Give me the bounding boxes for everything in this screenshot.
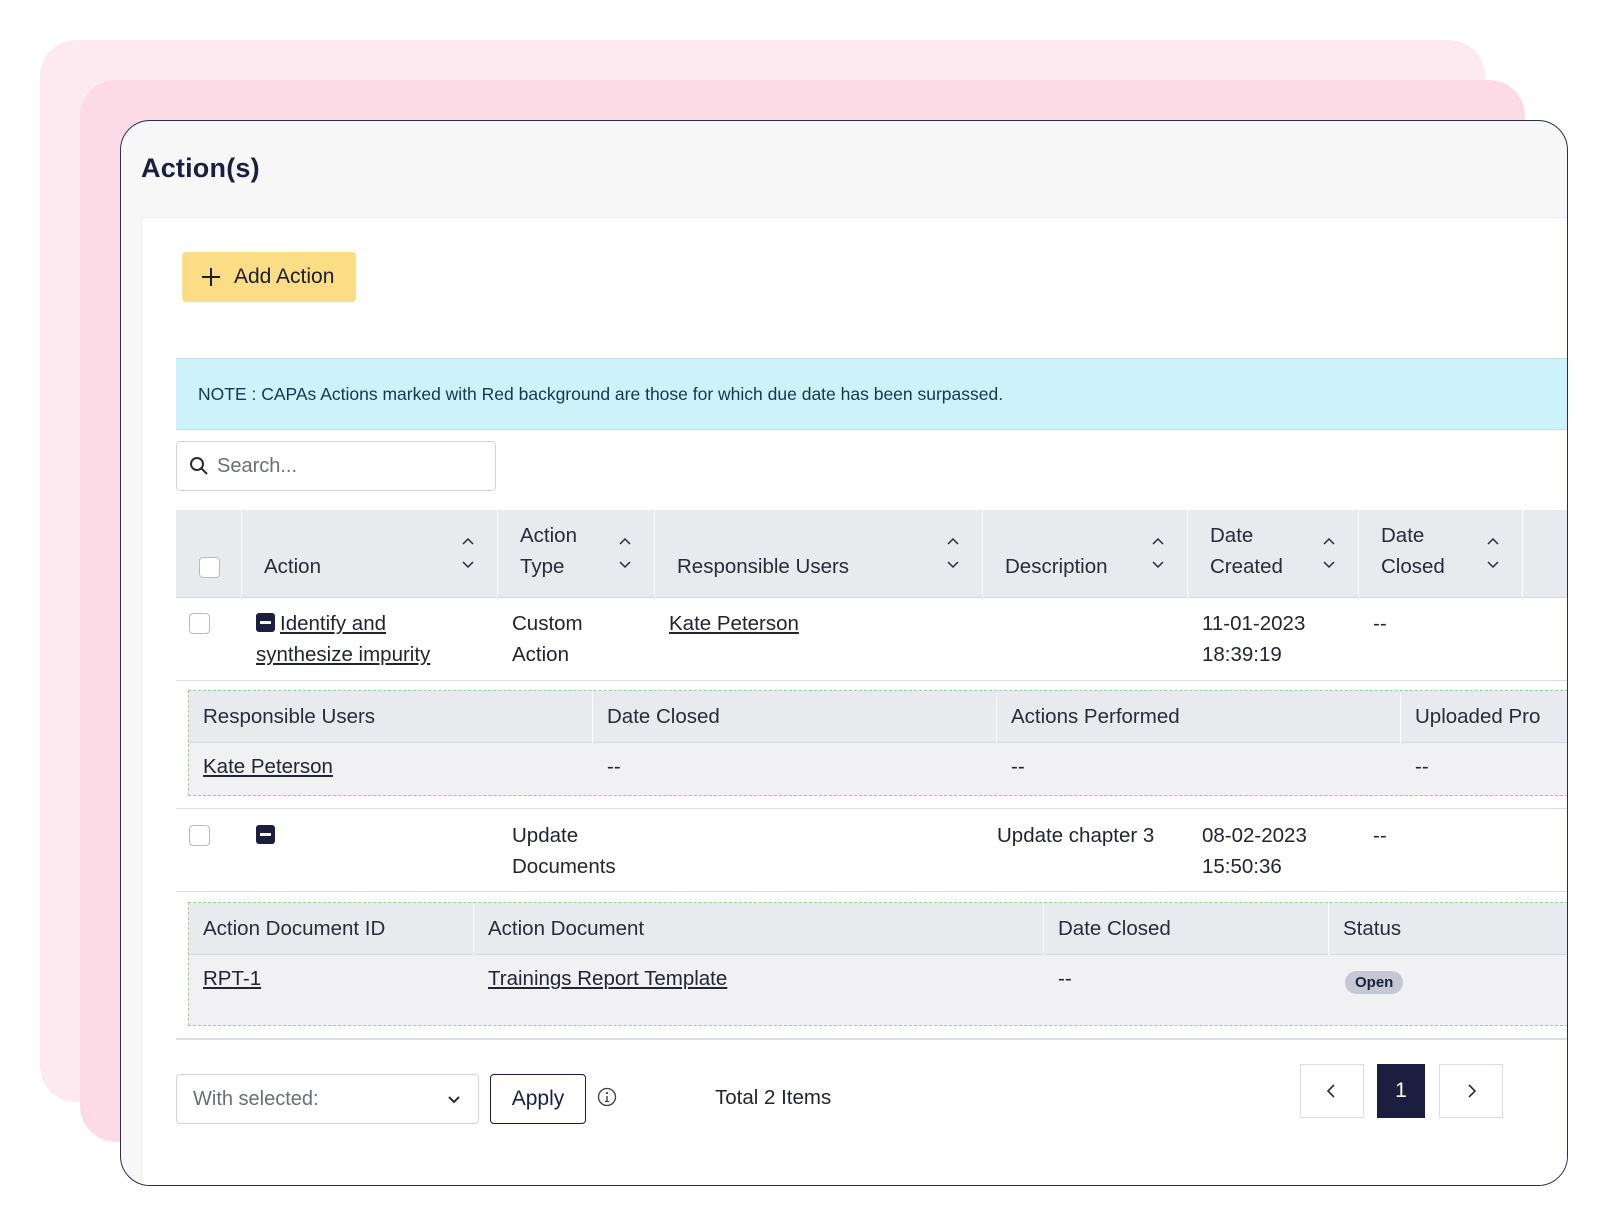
next-page-button[interactable] <box>1439 1064 1503 1118</box>
total-items-text: Total 2 Items <box>715 1086 832 1109</box>
action-cell: Identify and synthesize impurity <box>256 608 486 670</box>
overdue-note-text: NOTE : CAPAs Actions marked with Red bac… <box>198 383 1004 404</box>
column-header-action-type[interactable]: Action Type <box>498 510 655 598</box>
sub-column-date-closed: Date Closed <box>1044 903 1329 955</box>
date-closed-cell: -- <box>1373 824 1387 847</box>
info-icon[interactable] <box>597 1087 617 1107</box>
status-badge: Open <box>1345 971 1404 994</box>
action-type-cell: Custom Action <box>512 612 583 666</box>
sub-column-action-document: Action Document <box>474 903 1044 955</box>
column-header-responsible-users[interactable]: Responsible Users <box>655 510 983 598</box>
sub-column-status: Status <box>1343 917 1402 940</box>
row-checkbox[interactable] <box>189 825 210 846</box>
column-header-action-label: Action <box>264 555 321 578</box>
column-header-date-created-label: Date Created <box>1210 524 1283 578</box>
responsible-user-name[interactable]: Kate Peterson <box>669 612 799 635</box>
sort-arrows-icon[interactable] <box>618 532 632 572</box>
action-type-cell: Update Documents <box>512 824 616 878</box>
sub-column-responsible-users: Responsible Users <box>189 691 593 743</box>
action-link[interactable]: Identify and synthesize impurity <box>256 612 430 666</box>
chevron-left-icon <box>1326 1084 1335 1098</box>
column-header-date-closed-label: Date Closed <box>1381 524 1445 578</box>
chevron-down-icon <box>448 1096 460 1104</box>
sub-uploaded-proof-value: -- <box>1415 755 1429 778</box>
column-header-action-type-label: Action Type <box>520 524 577 578</box>
table-row: Identify and synthesize impurity Custom … <box>176 598 1567 681</box>
page-title: Action(s) <box>141 153 260 183</box>
sub-table-header: Action Document ID Action Document Date … <box>189 903 1567 955</box>
sub-table-header: Responsible Users Date Closed Actions Pe… <box>189 691 1567 743</box>
sub-table-responsible: Responsible Users Date Closed Actions Pe… <box>188 690 1567 796</box>
sort-arrows-icon[interactable] <box>946 532 960 572</box>
header-select-all-cell <box>176 510 242 598</box>
search-icon <box>190 457 208 475</box>
chevron-right-icon <box>1468 1084 1477 1098</box>
date-closed-cell: -- <box>1373 612 1387 635</box>
add-action-label: Add Action <box>234 265 335 288</box>
sort-arrows-icon[interactable] <box>1151 532 1165 572</box>
description-cell: Update chapter 3 <box>997 824 1155 847</box>
column-header-action[interactable]: Action <box>242 510 498 598</box>
sub-column-uploaded-proof: Uploaded Pro <box>1415 705 1541 728</box>
overdue-note-banner: NOTE : CAPAs Actions marked with Red bac… <box>176 358 1567 430</box>
column-header-date-closed[interactable]: Date Closed <box>1359 510 1523 598</box>
sub-date-closed-value: -- <box>1058 967 1072 990</box>
plus-icon <box>202 268 220 286</box>
status-cell: Open <box>1345 969 1404 994</box>
responsible-user-link[interactable]: Kate Peterson <box>669 608 799 639</box>
actions-panel: Add Action NOTE : CAPAs Actions marked w… <box>141 217 1567 1185</box>
sort-arrows-icon[interactable] <box>1322 532 1336 572</box>
sub-actions-performed-value: -- <box>1011 755 1025 778</box>
sub-table-documents: Action Document ID Action Document Date … <box>188 902 1567 1026</box>
column-header-responsible-users-label: Responsible Users <box>677 555 850 578</box>
column-header-description-label: Description <box>1005 555 1108 578</box>
add-action-button[interactable]: Add Action <box>182 252 356 302</box>
row-checkbox[interactable] <box>189 613 210 634</box>
collapse-icon[interactable] <box>256 825 275 844</box>
table-row: Update Documents Update chapter 3 08-02-… <box>176 808 1567 892</box>
table-bottom-divider <box>176 1038 1567 1040</box>
sub-date-closed-value: -- <box>607 755 621 778</box>
table-header: Action Action Type Responsible Users Des… <box>176 510 1567 598</box>
sub-column-action-document-id: Action Document ID <box>189 903 474 955</box>
collapse-icon[interactable] <box>256 613 275 632</box>
sub-responsible-user-link[interactable]: Kate Peterson <box>203 755 333 779</box>
bulk-action-select-value: With selected: <box>193 1087 319 1110</box>
column-header-date-created[interactable]: Date Created <box>1188 510 1359 598</box>
apply-button[interactable]: Apply <box>490 1074 586 1124</box>
sort-arrows-icon[interactable] <box>461 532 475 572</box>
date-created-cell: 08-02-2023 15:50:36 <box>1202 824 1307 878</box>
date-created-cell: 11-01-2023 18:39:19 <box>1202 612 1306 666</box>
sort-arrows-icon[interactable] <box>1486 532 1500 572</box>
actions-window: Action(s) Add Action NOTE : CAPAs Action… <box>120 120 1568 1186</box>
action-cell <box>256 820 280 851</box>
sub-column-actions-performed: Actions Performed <box>997 691 1401 743</box>
prev-page-button[interactable] <box>1300 1064 1364 1118</box>
action-document-link[interactable]: Trainings Report Template <box>488 967 727 991</box>
search-input[interactable] <box>217 454 477 478</box>
sub-column-date-closed: Date Closed <box>593 691 997 743</box>
bulk-action-select[interactable]: With selected: <box>176 1074 479 1124</box>
select-all-checkbox[interactable] <box>199 557 220 578</box>
page-number-button[interactable]: 1 <box>1377 1064 1425 1118</box>
search-box <box>176 441 496 491</box>
action-document-id-link[interactable]: RPT-1 <box>203 967 261 991</box>
column-header-description[interactable]: Description <box>983 510 1188 598</box>
